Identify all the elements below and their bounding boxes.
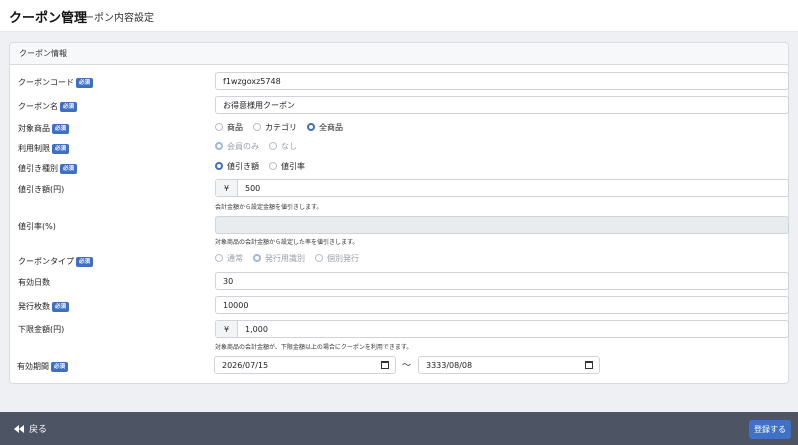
- usage-limit-label: 利用制限 必須: [18, 143, 70, 154]
- radio-icon: [315, 254, 323, 262]
- usage-limit-radio-group: 会員のみ なし: [215, 140, 307, 152]
- coupon-info-card: クーポン情報 クーポンコード必須 クーポン名必須 対象商品必須 商品 カテゴリ …: [9, 42, 789, 384]
- radio-checked-icon: [253, 254, 261, 262]
- target-radio-product[interactable]: 商品: [215, 122, 243, 133]
- back-button[interactable]: 戻る: [14, 422, 47, 435]
- coupon-name-input[interactable]: [215, 96, 789, 114]
- issue-count-input[interactable]: [215, 296, 789, 314]
- radio-icon: [269, 162, 277, 170]
- required-badge: 必須: [76, 257, 94, 267]
- page-header: クーポン管理 クーポン内容設定: [0, 0, 798, 32]
- card-title: クーポン情報: [19, 49, 67, 58]
- min-amount-value: 1,000: [245, 324, 268, 334]
- required-badge: 必須: [52, 124, 70, 134]
- required-badge: 必須: [51, 362, 69, 372]
- radio-checked-icon: [215, 142, 223, 150]
- min-amount-input[interactable]: ¥ 1,000: [215, 320, 789, 338]
- required-badge: 必須: [52, 302, 70, 312]
- discount-type-radio-group: 値引き額 値引率: [215, 160, 315, 172]
- discount-rate-input[interactable]: [215, 216, 789, 234]
- rewind-icon: [14, 424, 24, 433]
- page-subtitle: クーポン内容設定: [74, 13, 154, 24]
- required-badge: 必須: [60, 164, 78, 174]
- yen-addon: ¥: [216, 321, 238, 337]
- discount-amount-help: 会計金額から設定金額を値引きします。: [215, 204, 323, 211]
- required-badge: 必須: [60, 102, 78, 112]
- valid-days-label: 有効日数: [18, 278, 50, 287]
- type-radio-individual[interactable]: 個別発行: [315, 253, 359, 264]
- valid-period-end-input[interactable]: 3333/08/08: [418, 356, 600, 374]
- radio-icon: [215, 254, 223, 262]
- min-amount-label: 下限金額(円): [18, 325, 65, 334]
- type-radio-normal[interactable]: 通常: [215, 253, 243, 264]
- discount-amount-label: 値引き額(円): [18, 185, 65, 194]
- target-radio-category[interactable]: カテゴリ: [253, 122, 297, 133]
- coupon-type-label: クーポンタイプ 必須: [18, 256, 94, 267]
- usage-radio-none[interactable]: なし: [269, 141, 297, 152]
- valid-days-input[interactable]: [215, 272, 789, 290]
- required-badge: 必須: [52, 144, 70, 154]
- radio-checked-icon: [215, 162, 223, 170]
- discount-rate-help: 対象商品の会計金額から設定した率を値引きします。: [215, 239, 359, 246]
- target-product-label: 対象商品 必須: [18, 123, 70, 134]
- valid-period-label: 有効期間 必須: [17, 361, 69, 372]
- back-label: 戻る: [29, 425, 48, 435]
- coupon-code-input[interactable]: [215, 72, 789, 90]
- radio-icon: [253, 123, 261, 131]
- register-button[interactable]: 登録する: [749, 420, 791, 439]
- target-product-radio-group: 商品 カテゴリ 全商品: [215, 121, 353, 133]
- required-badge: 必須: [76, 78, 94, 88]
- discount-rate-label: 値引率(%): [18, 222, 56, 231]
- footer-bar: 戻る 登録する: [0, 412, 798, 445]
- coupon-type-radio-group: 通常 発行用識別 個別発行: [215, 252, 369, 264]
- calendar-icon[interactable]: [585, 361, 593, 369]
- card-header: クーポン情報: [10, 43, 788, 65]
- discount-amount-input[interactable]: ¥ 500: [215, 179, 789, 197]
- calendar-icon[interactable]: [381, 361, 389, 369]
- min-amount-help: 対象商品の会計金額が、下限金額以上の場合にクーポンを利用できます。: [215, 344, 413, 351]
- valid-period-start-input[interactable]: 2026/07/15: [214, 356, 396, 374]
- coupon-name-label: クーポン名 必須: [18, 101, 78, 112]
- yen-addon: ¥: [216, 180, 238, 196]
- discount-amount-value: 500: [245, 183, 261, 193]
- radio-icon: [215, 123, 223, 131]
- period-separator: 〜: [402, 361, 412, 371]
- radio-checked-icon: [307, 123, 315, 131]
- discount-type-label: 値引き種別 必須: [18, 163, 78, 174]
- usage-radio-members[interactable]: 会員のみ: [215, 141, 259, 152]
- issue-count-label: 発行枚数 必須: [18, 301, 70, 312]
- coupon-code-label: クーポンコード 必須: [18, 77, 94, 88]
- discount-radio-rate[interactable]: 値引率: [269, 161, 305, 172]
- target-radio-all[interactable]: 全商品: [307, 122, 343, 133]
- radio-icon: [269, 142, 277, 150]
- type-radio-issue-id[interactable]: 発行用識別: [253, 253, 305, 264]
- discount-radio-amount[interactable]: 値引き額: [215, 161, 259, 172]
